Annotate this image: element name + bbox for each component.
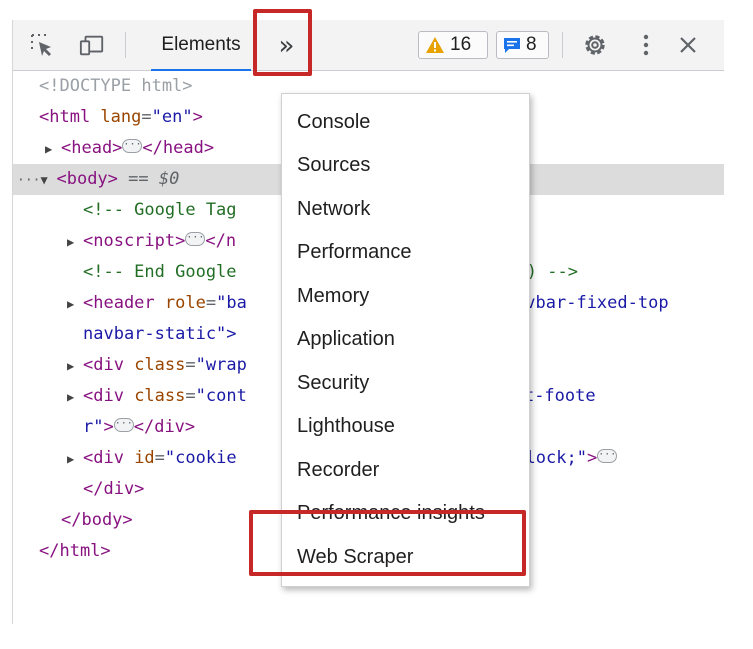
tab-elements[interactable]: Elements <box>151 20 251 71</box>
collapse-triangle-icon[interactable]: ▼ <box>40 165 56 196</box>
menu-item-application[interactable]: Application <box>282 318 529 361</box>
expand-triangle-icon[interactable]: ▶ <box>67 382 83 413</box>
menu-item-label: Lighthouse <box>297 415 395 437</box>
html-open-tag: <html <box>39 107 101 127</box>
menu-item-sources[interactable]: Sources <box>282 144 529 187</box>
html-lang-value: "en" <box>151 107 193 127</box>
head-open-tag: <head> <box>61 138 123 158</box>
menu-item-label: Web Scraper <box>297 546 414 568</box>
more-vert-icon[interactable] <box>633 32 659 58</box>
inspect-element-icon[interactable] <box>29 32 55 58</box>
menu-item-label: Security <box>297 372 370 394</box>
ellipsis-icon[interactable]: ··· <box>597 449 618 463</box>
warnings-badge[interactable]: 16 <box>418 31 488 59</box>
expand-triangle-icon[interactable]: ▶ <box>67 444 83 475</box>
gear-icon[interactable] <box>582 32 608 58</box>
more-tabs-button[interactable]: » <box>267 30 303 62</box>
div-close-tag: </div> <box>83 479 145 499</box>
menu-item-label: Performance <box>297 241 412 263</box>
message-icon <box>503 36 521 54</box>
div-open-tag: <div <box>83 355 135 375</box>
div-class-attr: class <box>134 355 186 375</box>
body-open-tag: <body> <box>56 169 118 189</box>
ellipsis-icon[interactable]: ··· <box>122 139 143 153</box>
menu-item-label: Memory <box>297 285 370 307</box>
div-id-value-cont: r" <box>83 417 104 437</box>
noscript-open-tag: <noscript> <box>83 231 186 251</box>
html-lang-attr: lang <box>100 107 142 127</box>
devtools-toolbar: Elements » 16 8 <box>13 20 724 71</box>
expand-triangle-icon[interactable]: ▶ <box>67 227 83 258</box>
expand-triangle-icon[interactable]: ▶ <box>67 351 83 382</box>
warning-icon <box>425 36 445 54</box>
menu-item-recorder[interactable]: Recorder <box>282 449 529 492</box>
expand-triangle-icon[interactable]: ▶ <box>45 134 61 165</box>
doctype-text: <!DOCTYPE html> <box>39 76 193 96</box>
comment-text: <!-- Google Tag <box>83 200 237 220</box>
ellipsis-icon[interactable]: ··· <box>185 232 206 246</box>
menu-item-network[interactable]: Network <box>282 188 529 231</box>
menu-item-console[interactable]: Console <box>282 101 529 144</box>
div-class-value: "wrap <box>195 355 247 375</box>
comment-text: <!-- End Google <box>83 262 237 282</box>
header-role-attr: role <box>164 293 206 313</box>
div-id-attr: id <box>134 448 155 468</box>
menu-item-performance-insights[interactable]: Performance insights <box>282 492 529 535</box>
expand-triangle-icon[interactable]: ▶ <box>67 289 83 320</box>
head-close-tag: </head> <box>142 138 215 158</box>
div-open-gt: > <box>103 417 114 437</box>
noscript-close-tag: </n <box>205 231 237 251</box>
div-open-tag: <div <box>83 448 135 468</box>
div-id-value: "cookie <box>164 448 237 468</box>
messages-badge[interactable]: 8 <box>496 31 549 59</box>
menu-item-lighthouse[interactable]: Lighthouse <box>282 405 529 448</box>
menu-item-label: Recorder <box>297 459 380 481</box>
toolbar-divider <box>125 32 126 58</box>
body-close-tag: </body> <box>61 510 133 530</box>
div-open-gt: > <box>586 448 598 468</box>
div-open-tag: <div <box>83 386 135 406</box>
div-class-value: "cont <box>195 386 247 406</box>
html-open-gt: > <box>192 107 203 127</box>
div-class-attr: class <box>134 386 186 406</box>
devtools-panel: Elements » 16 8 <!DOCTYPE html> <html la… <box>12 20 724 624</box>
ellipsis-icon[interactable]: ··· <box>113 418 134 432</box>
messages-count: 8 <box>526 34 537 55</box>
chevron-double-right-icon: » <box>278 31 295 61</box>
menu-item-performance[interactable]: Performance <box>282 231 529 274</box>
html-close-tag: </html> <box>39 541 111 561</box>
device-toolbar-icon[interactable] <box>79 32 105 58</box>
more-tabs-dropdown: Console Sources Network Performance Memo… <box>281 93 530 587</box>
menu-item-label: Console <box>297 111 371 133</box>
more-dots-icon[interactable]: ··· <box>17 173 40 188</box>
header-role-value: "ba <box>216 293 247 313</box>
header-open-tag: <header <box>83 293 165 313</box>
tab-elements-label: Elements <box>161 34 241 55</box>
header-class-value-cont: navbar-static"> <box>83 324 237 344</box>
close-icon[interactable] <box>675 32 701 58</box>
selected-marker: == $0 <box>117 169 180 189</box>
toolbar-divider <box>562 32 563 58</box>
warnings-count: 16 <box>450 34 472 55</box>
menu-item-label: Application <box>297 328 395 350</box>
menu-item-label: Sources <box>297 154 371 176</box>
menu-item-security[interactable]: Security <box>282 362 529 405</box>
menu-item-label: Performance insights <box>297 502 485 524</box>
menu-item-label: Network <box>297 198 371 220</box>
menu-item-memory[interactable]: Memory <box>282 275 529 318</box>
menu-item-web-scraper[interactable]: Web Scraper <box>282 536 529 579</box>
div-close-tag: </div> <box>133 417 196 437</box>
